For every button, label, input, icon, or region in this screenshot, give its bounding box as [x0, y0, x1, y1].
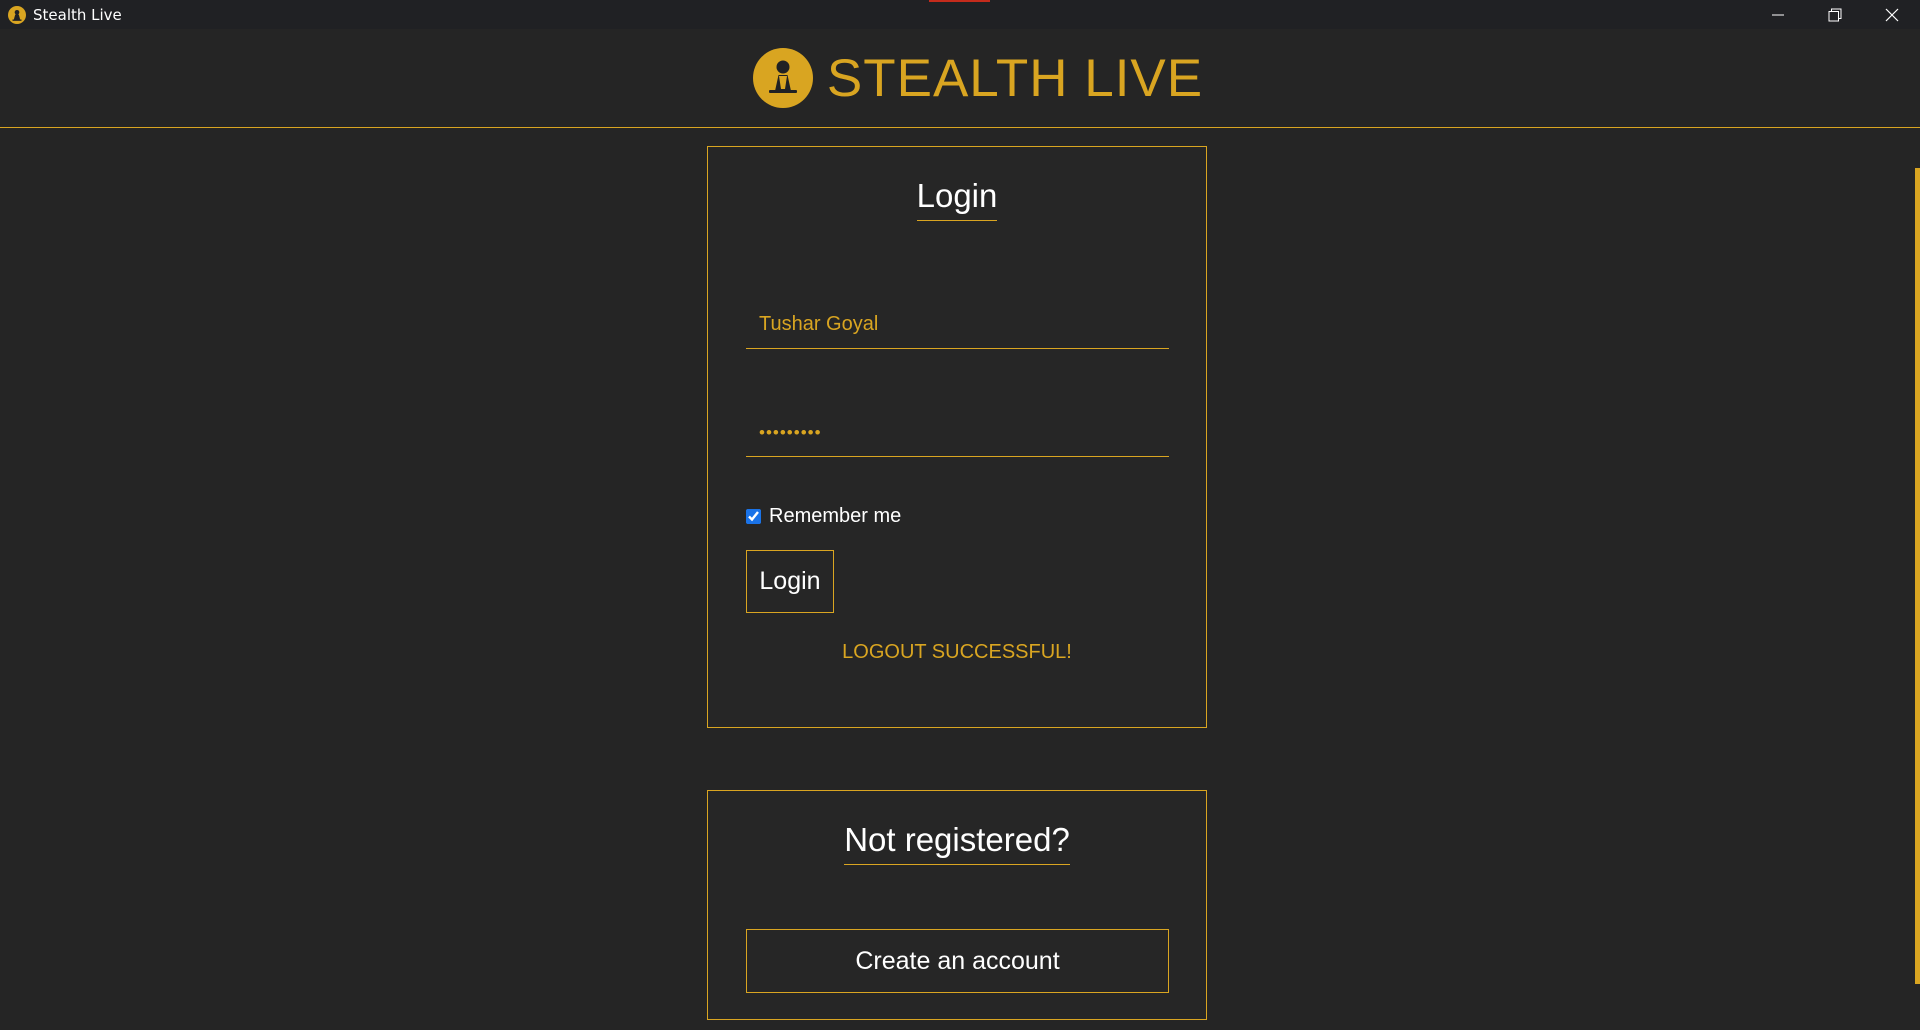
register-card: Not registered? Create an account	[707, 790, 1207, 1020]
restore-button[interactable]	[1806, 0, 1863, 29]
close-icon	[1885, 8, 1898, 21]
app-icon	[8, 5, 26, 24]
register-heading: Not registered?	[844, 821, 1070, 865]
create-account-button[interactable]: Create an account	[746, 929, 1169, 993]
titlebar-accent-mark	[929, 0, 990, 2]
window-controls	[1749, 0, 1920, 29]
status-message: LOGOUT SUCCESSFUL!	[842, 641, 1072, 663]
page-scrollbar[interactable]	[1915, 168, 1920, 984]
remember-me-row: Remember me	[746, 505, 901, 528]
login-heading: Login	[916, 177, 998, 221]
minimize-icon	[1771, 14, 1784, 15]
remember-me-label[interactable]: Remember me	[769, 505, 901, 528]
brand-name: STEALTH LIVE	[826, 48, 1204, 108]
password-field[interactable]	[746, 409, 1169, 457]
window-title: Stealth Live	[33, 5, 122, 24]
register-heading-wrap: Not registered?	[708, 821, 1206, 865]
login-heading-wrap: Login	[708, 177, 1206, 221]
login-card: Login Remember me Login LOGOUT SUCCESSFUL…	[707, 146, 1207, 728]
user-badge-icon	[752, 48, 813, 108]
brand[interactable]: STEALTH LIVE	[752, 48, 1204, 108]
remember-me-checkbox[interactable]	[746, 509, 761, 524]
username-field[interactable]	[746, 301, 1169, 349]
window-titlebar: Stealth Live	[0, 0, 1920, 29]
restore-icon	[1828, 8, 1841, 21]
close-button[interactable]	[1863, 0, 1920, 29]
app-header: STEALTH LIVE	[0, 29, 1920, 128]
login-button[interactable]: Login	[746, 550, 834, 613]
minimize-button[interactable]	[1749, 0, 1806, 29]
